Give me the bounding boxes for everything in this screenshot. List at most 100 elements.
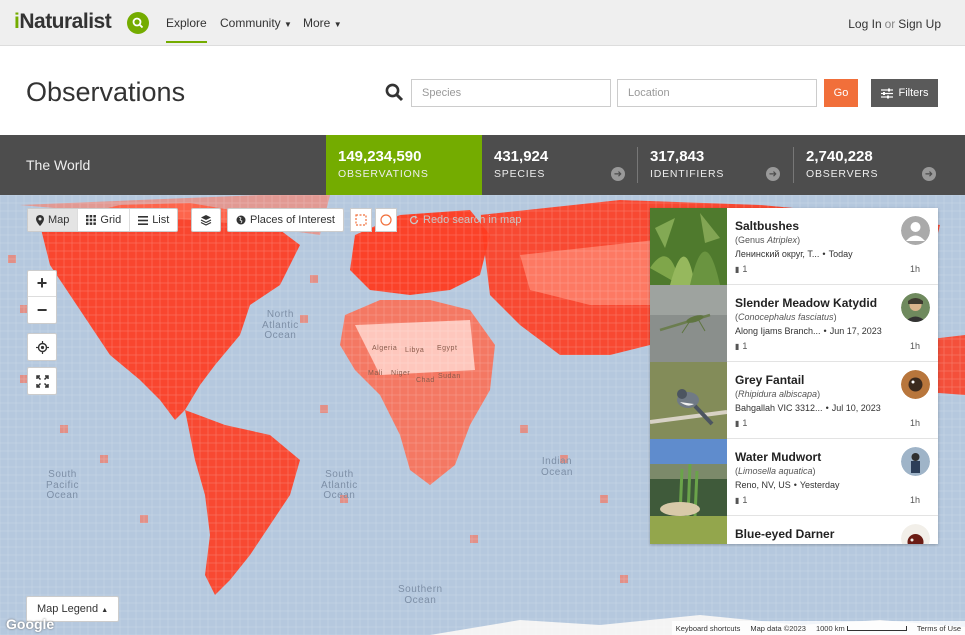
nav-more-label: More bbox=[303, 16, 331, 30]
tab-identifiers[interactable]: 317,843 IDENTIFIERS bbox=[638, 135, 792, 195]
avatar[interactable] bbox=[901, 293, 930, 322]
avatar[interactable] bbox=[901, 524, 930, 544]
observation-photo[interactable] bbox=[650, 439, 727, 516]
view-map-button[interactable]: Map bbox=[28, 209, 79, 231]
identification-count: ▮ 1 bbox=[735, 341, 747, 351]
ids-value: 1 bbox=[742, 495, 748, 505]
arrow-right-icon[interactable]: ➜ bbox=[922, 167, 936, 181]
inaturalist-logo[interactable]: iNaturalist bbox=[14, 10, 112, 34]
country-label: Sudan bbox=[438, 373, 461, 380]
observation-photo[interactable] bbox=[650, 208, 727, 285]
view-list-label: List bbox=[152, 214, 170, 226]
places-of-interest-button[interactable]: Places of Interest bbox=[227, 208, 344, 232]
terms-link[interactable]: Terms of Use bbox=[917, 624, 961, 633]
arrow-right-icon[interactable]: ➜ bbox=[766, 167, 780, 181]
tab-observers[interactable]: 2,740,228 OBSERVERS bbox=[794, 135, 948, 195]
common-name[interactable]: Saltbushes bbox=[735, 219, 799, 233]
arrow-right-icon[interactable]: ➜ bbox=[611, 167, 625, 181]
list-item[interactable]: Slender Meadow Katydid (Conocephalus fas… bbox=[650, 285, 938, 362]
time-ago: 1h bbox=[909, 418, 920, 428]
stats-bar: The World 149,234,590 OBSERVATIONS 431,9… bbox=[0, 135, 965, 195]
ids-value: 1 bbox=[742, 341, 748, 351]
common-name[interactable]: Blue-eyed Darner bbox=[735, 527, 834, 541]
observers-label: OBSERVERS bbox=[806, 168, 879, 180]
species-input[interactable]: Species bbox=[411, 79, 611, 107]
place-text: Bahgallah VIC 3312... bbox=[735, 403, 823, 413]
draw-circle-icon[interactable] bbox=[375, 208, 397, 232]
fullscreen-icon[interactable] bbox=[27, 367, 57, 395]
view-grid-button[interactable]: Grid bbox=[78, 209, 131, 231]
nav-more[interactable]: More ▼ bbox=[303, 16, 342, 30]
ids-value: 1 bbox=[742, 418, 748, 428]
magnifier-icon bbox=[385, 83, 404, 107]
signup-link[interactable]: Sign Up bbox=[898, 17, 941, 31]
observation-photo[interactable] bbox=[650, 362, 727, 439]
scientific-name: (Conocephalus fasciatus) bbox=[735, 312, 837, 322]
identification-count: ▮ 1 bbox=[735, 264, 747, 274]
list-item[interactable]: Blue-eyed Darner bbox=[650, 516, 938, 544]
observation-photo[interactable] bbox=[650, 285, 727, 362]
scientific-name-text: Atriplex bbox=[767, 235, 798, 245]
avatar[interactable] bbox=[901, 447, 930, 476]
nav-explore[interactable]: Explore bbox=[166, 16, 207, 43]
redo-search-button[interactable]: Redo search in map bbox=[409, 214, 521, 226]
go-button[interactable]: Go bbox=[824, 79, 858, 107]
tab-observations[interactable]: 149,234,590 OBSERVATIONS bbox=[326, 135, 482, 195]
map-data-text: Map data ©2023 bbox=[750, 623, 806, 633]
draw-rectangle-icon[interactable] bbox=[350, 208, 372, 232]
scale-line bbox=[846, 626, 907, 632]
tab-species[interactable]: 431,924 SPECIES bbox=[482, 135, 636, 195]
redo-search-label: Redo search in map bbox=[423, 214, 522, 226]
list-item[interactable]: Grey Fantail (Rhipidura albiscapa) Bahga… bbox=[650, 362, 938, 439]
common-name[interactable]: Water Mudwort bbox=[735, 450, 821, 464]
page-header: Observations Species Location Go Filters bbox=[0, 46, 965, 135]
map-legend-label: Map Legend bbox=[37, 603, 99, 615]
avatar[interactable] bbox=[901, 216, 930, 245]
identification-count: ▮ 1 bbox=[735, 495, 747, 505]
place-text: Ленинский округ, Т... bbox=[735, 249, 820, 259]
common-name[interactable]: Slender Meadow Katydid bbox=[735, 296, 877, 310]
scientific-name: (Genus Atriplex) bbox=[735, 235, 801, 245]
search-icon[interactable] bbox=[127, 12, 149, 34]
list-item[interactable]: Water Mudwort (Limosella aquatica) Reno,… bbox=[650, 439, 938, 516]
observation-meta: Along Ijams Branch... • Jun 17, 2023 bbox=[735, 326, 882, 336]
login-link[interactable]: Log In bbox=[848, 17, 881, 31]
filters-label: Filters bbox=[898, 87, 929, 99]
scale-bar[interactable]: 1000 km bbox=[816, 624, 907, 633]
list-item[interactable]: Saltbushes (Genus Atriplex) Ленинский ок… bbox=[650, 208, 938, 285]
country-label: Niger bbox=[391, 370, 411, 377]
layers-button[interactable] bbox=[191, 208, 221, 232]
place-text: Reno, NV, US bbox=[735, 480, 791, 490]
view-list-button[interactable]: List bbox=[130, 209, 177, 231]
avatar[interactable] bbox=[901, 370, 930, 399]
observations-label: OBSERVATIONS bbox=[338, 168, 429, 180]
scientific-name-text: Rhipidura albiscapa bbox=[738, 389, 818, 399]
or-text: or bbox=[884, 17, 896, 31]
ocean-label: Indian Ocean bbox=[541, 456, 573, 478]
id-badge-icon: ▮ bbox=[735, 495, 740, 505]
identifiers-count: 317,843 bbox=[650, 148, 705, 165]
ocean-label: South Atlantic Ocean bbox=[321, 469, 358, 501]
chevron-down-icon: ▼ bbox=[284, 20, 292, 29]
nav-community[interactable]: Community ▼ bbox=[220, 16, 292, 30]
keyboard-shortcuts-link[interactable]: Keyboard shortcuts bbox=[676, 624, 741, 633]
ocean-label: Southern Ocean bbox=[398, 584, 443, 606]
chevron-down-icon: ▼ bbox=[333, 20, 342, 29]
locate-icon[interactable] bbox=[27, 333, 57, 361]
date-text: Today bbox=[828, 249, 853, 259]
observation-meta: Ленинский округ, Т... • Today bbox=[735, 249, 853, 259]
google-logo: Google bbox=[6, 616, 55, 632]
auth-links: Log In or Sign Up bbox=[848, 17, 941, 31]
filters-button[interactable]: Filters bbox=[871, 79, 938, 107]
observers-count: 2,740,228 bbox=[806, 148, 873, 165]
grid-icon bbox=[86, 215, 97, 225]
scientific-name-text: Conocephalus fasciatus bbox=[738, 312, 834, 322]
observation-photo[interactable] bbox=[650, 516, 727, 544]
ids-value: 1 bbox=[742, 264, 748, 274]
identification-count: ▮ 1 bbox=[735, 418, 747, 428]
list-icon bbox=[138, 215, 149, 225]
zoom-out-button[interactable]: − bbox=[28, 297, 56, 323]
zoom-in-button[interactable]: + bbox=[28, 271, 56, 297]
common-name[interactable]: Grey Fantail bbox=[735, 373, 804, 387]
location-input[interactable]: Location bbox=[617, 79, 817, 107]
